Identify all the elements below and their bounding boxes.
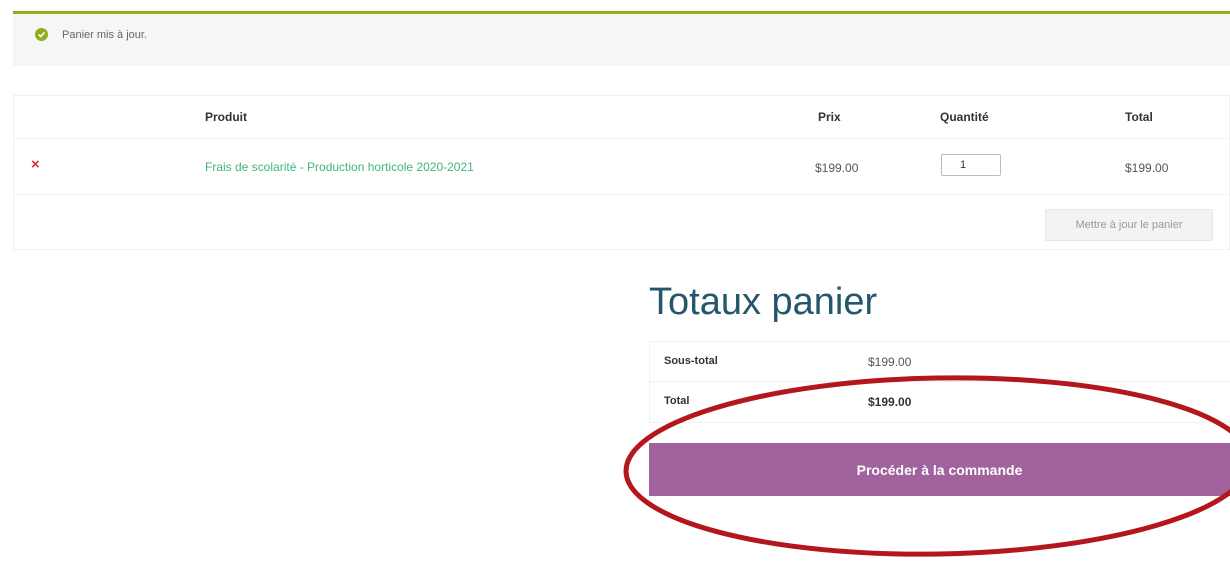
column-header-product: Produit [205,110,247,124]
column-header-quantity: Quantité [940,110,989,124]
total-label: Total [664,395,690,407]
proceed-to-checkout-button[interactable]: Procéder à la commande [649,443,1230,496]
cart-totals-title: Totaux panier [649,281,878,323]
cart-totals-table: Sous-total $199.00 Total $199.00 [649,341,1230,423]
subtotal-label: Sous-total [664,355,718,367]
update-cart-button[interactable]: Mettre à jour le panier [1045,209,1213,241]
cart-table: Produit Prix Quantité Total × Frais de s… [13,95,1230,250]
check-circle-icon [35,28,48,41]
cart-table-header: Produit Prix Quantité Total [14,96,1229,139]
product-link[interactable]: Frais de scolarité - Production horticol… [205,160,474,174]
cart-item-row: × Frais de scolarité - Production hortic… [14,139,1229,195]
total-value: $199.00 [868,395,912,409]
column-header-price: Prix [818,110,841,124]
item-total: $199.00 [1125,161,1169,175]
cart-updated-notice: Panier mis à jour. [13,11,1230,66]
column-header-total: Total [1125,110,1153,124]
subtotal-row: Sous-total $199.00 [650,342,1230,382]
item-price: $199.00 [815,161,859,175]
subtotal-value: $199.00 [868,355,912,369]
total-row: Total $199.00 [650,382,1230,422]
remove-item-icon[interactable]: × [31,157,40,173]
notice-message: Panier mis à jour. [62,29,147,41]
cart-page: Panier mis à jour. Produit Prix Quantité… [0,0,1230,562]
quantity-input[interactable] [941,154,1001,176]
